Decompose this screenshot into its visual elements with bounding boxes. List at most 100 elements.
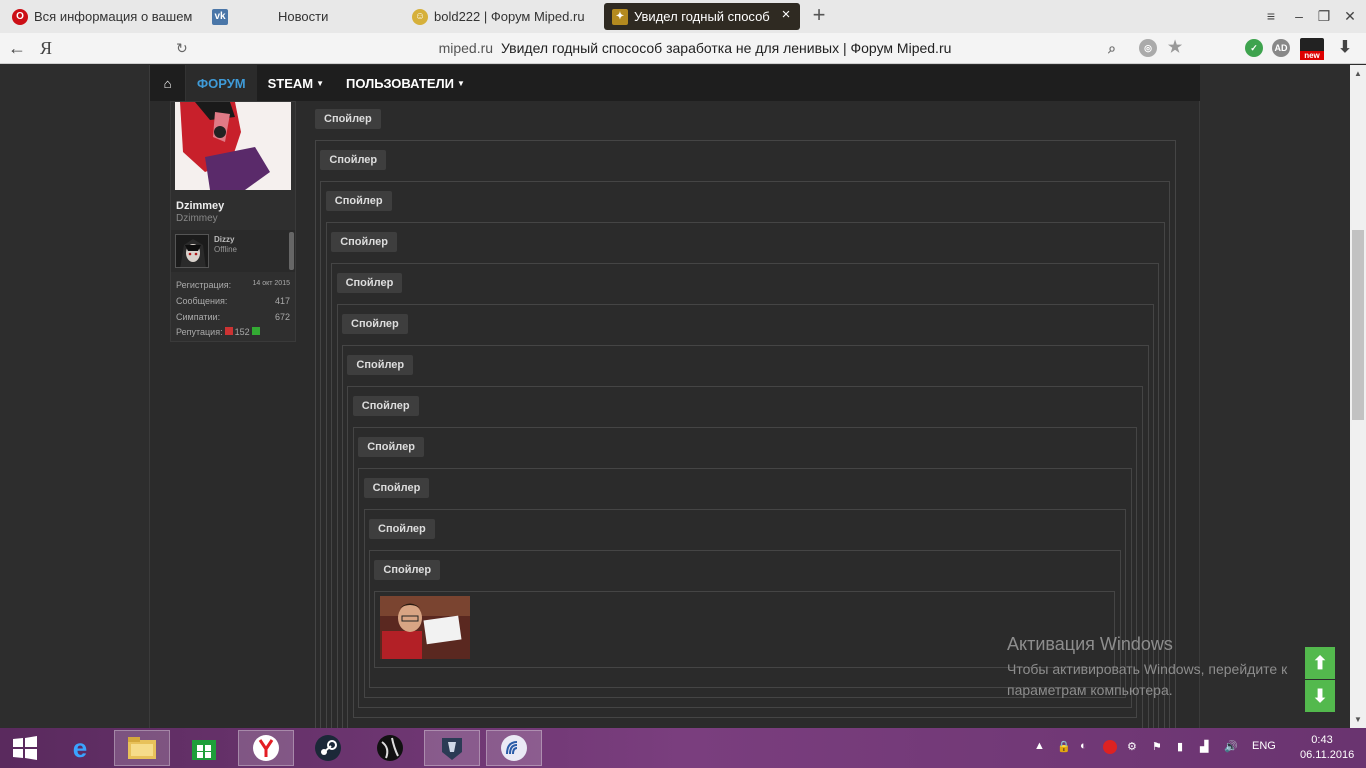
tray-volume-icon[interactable]: 🔊 bbox=[1224, 740, 1238, 753]
app-icon-dark[interactable] bbox=[362, 730, 418, 766]
back-arrow-icon[interactable]: ← bbox=[8, 39, 26, 57]
mini-username[interactable]: Dizzy bbox=[214, 235, 234, 244]
new-tab-button[interactable]: + bbox=[810, 4, 828, 27]
tray-network-icon[interactable]: ▟ bbox=[1200, 740, 1208, 753]
tray-battery-icon[interactable]: ▮ bbox=[1177, 740, 1183, 753]
tray-clock[interactable]: 0:43 06.11.2016 bbox=[1300, 733, 1355, 763]
game-app-icon[interactable] bbox=[424, 730, 480, 766]
spoiler-image[interactable] bbox=[380, 596, 470, 659]
scroll-down-button[interactable]: ⬇ bbox=[1305, 680, 1335, 712]
image-thumbnail-icon bbox=[380, 596, 470, 659]
windows-logo-icon bbox=[13, 736, 37, 760]
tab-2[interactable]: vk Новости bbox=[204, 3, 396, 30]
stat-registration: Регистрация: 14 окт 2015 bbox=[176, 280, 290, 290]
mini-profile: Dizzy Offline bbox=[171, 230, 295, 272]
spoiler-button[interactable]: Спойлер bbox=[347, 355, 414, 375]
nav-forum[interactable]: ФОРУМ bbox=[186, 65, 257, 101]
page-scrollbar[interactable]: ▲ ▼ bbox=[1350, 65, 1366, 728]
spoiler-button[interactable]: Спойлер bbox=[331, 232, 397, 252]
scroll-up-arrow-icon[interactable]: ▲ bbox=[1354, 69, 1362, 78]
steam-icon[interactable] bbox=[300, 730, 356, 766]
spoiler-button[interactable]: Спойлер bbox=[358, 437, 424, 457]
clock-date: 06.11.2016 bbox=[1300, 749, 1355, 761]
stat-msg-label: Сообщения: bbox=[176, 296, 228, 306]
menu-icon[interactable]: ≡ bbox=[1262, 7, 1280, 25]
mini-avatar[interactable] bbox=[175, 234, 209, 268]
chevron-down-icon: ▼ bbox=[316, 78, 325, 88]
spoiler-button[interactable]: Спойлер bbox=[320, 150, 387, 170]
scrollbar-thumb[interactable] bbox=[1352, 230, 1364, 420]
adguard-icon[interactable]: AD bbox=[1272, 39, 1290, 57]
close-window-icon[interactable]: ✕ bbox=[1341, 7, 1359, 25]
mini-scrollbar[interactable] bbox=[289, 232, 294, 270]
tab-3-label: bold222 | Форум Miped.ru bbox=[434, 9, 585, 24]
new-mail-icon[interactable]: new bbox=[1300, 38, 1324, 60]
download-icon[interactable]: ⬇ bbox=[1336, 39, 1354, 57]
windows-store-icon bbox=[192, 740, 216, 760]
avatar-art-icon bbox=[175, 102, 291, 190]
spoiler-button[interactable]: Спойлер bbox=[342, 314, 408, 334]
forum-navbar: ⌂ ФОРУМ STEAM ▼ ПОЛЬЗОВАТЕЛИ ▼ bbox=[150, 65, 1200, 101]
tray-opera-icon[interactable] bbox=[1103, 740, 1117, 754]
tray-overflow-icon[interactable]: ▲ bbox=[1034, 740, 1045, 752]
globe-icon[interactable]: ◎ bbox=[1139, 39, 1157, 57]
start-windows-icon[interactable] bbox=[0, 730, 50, 766]
spoiler-button[interactable]: Спойлер bbox=[315, 109, 381, 129]
url-host: miped.ru bbox=[438, 40, 494, 56]
mini-avatar-art-icon bbox=[176, 235, 208, 267]
stat-likes-value: 672 bbox=[274, 312, 290, 322]
emblem-icon bbox=[442, 738, 462, 760]
stat-rep-value: 152 bbox=[234, 327, 250, 337]
store-icon[interactable] bbox=[176, 730, 232, 766]
user-title: Dzimmey bbox=[176, 213, 218, 224]
windows-taskbar: e ▲ 🔒 ◐ ⚙ ⚑ ▮ ▟ 🔊 ENG 0:43 06.11.2016 bbox=[0, 728, 1366, 768]
tray-steam-icon[interactable]: ⚙ bbox=[1127, 740, 1137, 753]
user-name[interactable]: Dzimmey bbox=[176, 200, 224, 212]
spoiler-button[interactable]: Спойлер bbox=[352, 396, 419, 416]
close-tab-icon[interactable]: × bbox=[778, 7, 794, 23]
yandex-y-icon bbox=[253, 735, 279, 761]
tray-flag-icon[interactable]: ⚑ bbox=[1152, 740, 1162, 753]
nav-forum-label: ФОРУМ bbox=[197, 75, 246, 91]
rep-minus-icon[interactable] bbox=[224, 327, 233, 335]
tray-torrent-icon[interactable]: ◐ bbox=[1080, 740, 1087, 752]
url-field[interactable]: miped.ru Увидел годный спосособ заработк… bbox=[195, 36, 1195, 60]
clock-time: 0:43 bbox=[1311, 734, 1333, 746]
forum-page: ⌂ ФОРУМ STEAM ▼ ПОЛЬЗОВАТЕЛИ ▼ Dzimmey Dzi… bbox=[149, 65, 1200, 765]
yandex-browser-icon[interactable] bbox=[238, 730, 294, 766]
tab-2-label: Новости bbox=[278, 9, 329, 24]
minimize-icon[interactable]: – bbox=[1290, 7, 1308, 25]
tab-1[interactable]: O Вся информация о вашем н bbox=[4, 3, 196, 30]
rep-plus-icon[interactable] bbox=[251, 327, 260, 335]
spoiler-button[interactable]: Спойлер bbox=[369, 519, 435, 539]
file-explorer-icon[interactable] bbox=[114, 730, 170, 766]
tab-3[interactable]: ☺ bold222 | Форум Miped.ru bbox=[404, 3, 596, 30]
scroll-down-arrow-icon[interactable]: ▼ bbox=[1354, 715, 1362, 724]
scroll-up-button[interactable]: ⬆ bbox=[1305, 647, 1335, 679]
nav-users[interactable]: ПОЛЬЗОВАТЕЛИ ▼ bbox=[335, 65, 476, 101]
mini-status: Offline bbox=[214, 245, 237, 254]
nav-steam[interactable]: STEAM ▼ bbox=[257, 65, 335, 101]
spoiler-button[interactable]: Спойлер bbox=[374, 560, 441, 580]
spoiler-button[interactable]: Спойлер bbox=[325, 191, 392, 211]
spoiler-body bbox=[374, 591, 1116, 668]
opera-icon: O bbox=[12, 8, 28, 25]
tray-lock-icon[interactable]: 🔒 bbox=[1057, 740, 1071, 753]
home-icon[interactable]: ⌂ bbox=[150, 65, 186, 101]
tray-language[interactable]: ENG bbox=[1252, 740, 1276, 752]
yandex-logo-icon[interactable]: Я bbox=[40, 38, 52, 59]
tab-4-active[interactable]: ✦ Увидел годный способ × bbox=[604, 3, 800, 30]
search-icon[interactable]: ⌕ bbox=[1103, 39, 1121, 57]
maximize-icon[interactable]: ❐ bbox=[1315, 7, 1333, 25]
tab-4-label: Увидел годный способ bbox=[634, 9, 770, 24]
spoiler-button[interactable]: Спойлер bbox=[363, 478, 430, 498]
torrent-app-icon[interactable] bbox=[486, 730, 542, 766]
user-sidebar: Dzimmey Dzimmey Dizzy Offline Регистраци… bbox=[170, 101, 296, 342]
steam-logo-icon bbox=[315, 735, 341, 761]
bookmark-star-icon[interactable]: ★ bbox=[1166, 39, 1184, 57]
spoiler-button[interactable]: Спойлер bbox=[336, 273, 403, 293]
user-avatar[interactable] bbox=[175, 102, 291, 190]
internet-explorer-icon[interactable]: e bbox=[52, 730, 108, 766]
reload-icon[interactable]: ↻ bbox=[176, 40, 188, 57]
shield-icon[interactable]: ✓ bbox=[1245, 39, 1263, 57]
